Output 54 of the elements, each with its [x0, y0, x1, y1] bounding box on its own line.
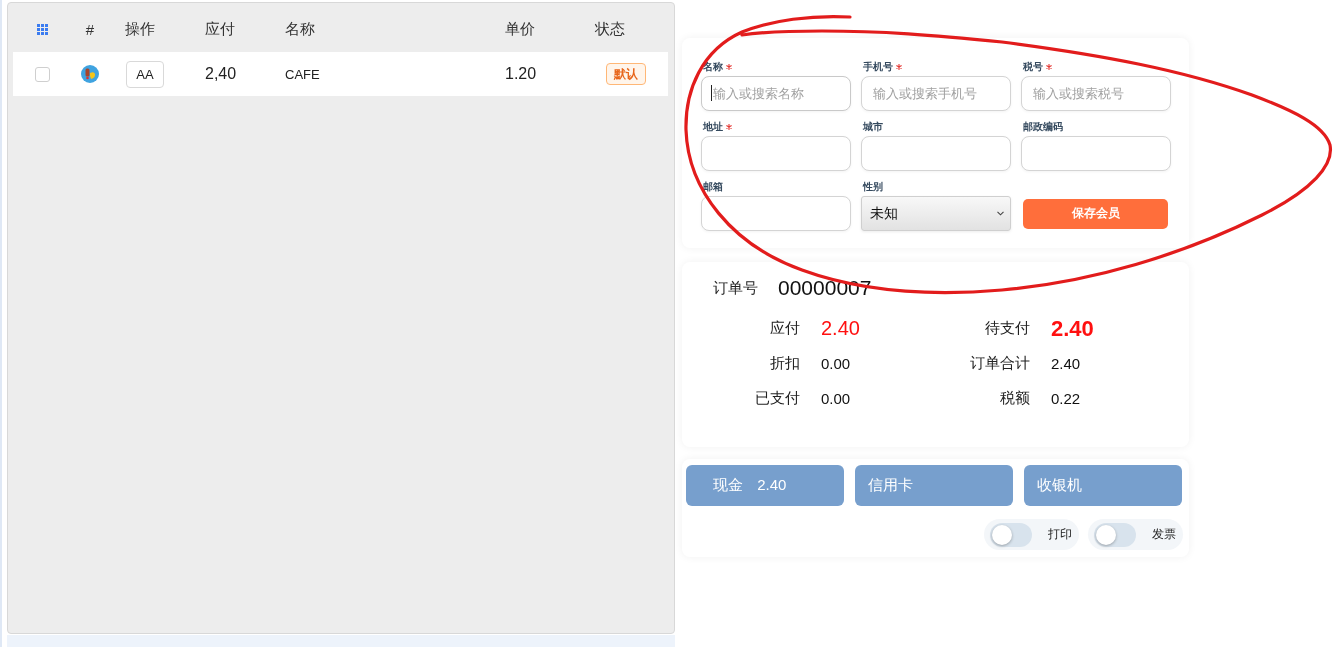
input-field[interactable] — [701, 196, 851, 231]
input-field[interactable] — [1021, 136, 1171, 171]
column-header: 状态 — [595, 20, 625, 39]
grid-icon[interactable] — [36, 24, 48, 35]
field-label: 名称 — [703, 60, 723, 74]
column-header: 名称 — [285, 20, 315, 39]
field-label: 邮箱 — [703, 180, 723, 194]
payment-method-button[interactable]: 收银机 — [1024, 465, 1182, 506]
chevron-down-icon — [997, 211, 1004, 216]
order-number-label: 订单号 — [713, 278, 758, 298]
summary-label: 税额 — [999, 389, 1030, 408]
summary-label: 订单合计 — [969, 354, 1030, 373]
toggle-label: 打印 — [1048, 526, 1072, 543]
table-row[interactable]: AA 2,40 CAFE 1.20 默认 — [13, 52, 668, 96]
summary-label: 已支付 — [754, 389, 800, 408]
toggle-switch[interactable] — [1094, 522, 1136, 547]
summary-label: 待支付 — [984, 319, 1030, 338]
toggle-label: 发票 — [1152, 526, 1176, 543]
status-badge: 默认 — [606, 63, 646, 85]
input-field[interactable] — [861, 136, 1011, 171]
summary-value: 2.40 — [1050, 315, 1095, 342]
order-number: 00000007 — [778, 276, 872, 300]
product-icon — [81, 65, 99, 83]
column-header: # — [85, 21, 95, 38]
table-cell: 2,40 — [205, 65, 237, 83]
summary-value: 2.40 — [820, 317, 861, 340]
summary-label: 应付 — [769, 319, 800, 338]
row-checkbox[interactable] — [34, 66, 50, 82]
summary-label: 折扣 — [769, 354, 800, 373]
field-label: 性别 — [863, 180, 883, 194]
field-label: 邮政编码 — [1023, 120, 1063, 134]
input-field[interactable]: 输入或搜索税号 — [1021, 76, 1171, 111]
payment-method-button[interactable]: 现金 2.40 — [686, 465, 844, 506]
input-field[interactable]: 输入或搜索手机号 — [861, 76, 1011, 111]
column-header: 操作 — [125, 20, 155, 39]
field-label: 城市 — [863, 120, 883, 134]
summary-value: 2.40 — [1050, 355, 1082, 372]
input-field[interactable]: 输入或搜索名称 — [701, 76, 851, 111]
gender-select[interactable]: 未知 — [861, 196, 1011, 231]
table-cell: 1.20 — [505, 65, 537, 83]
field-label: 地址 — [703, 120, 723, 134]
column-header: 单价 — [505, 20, 535, 39]
save-member-button[interactable]: 保存会员 — [1023, 198, 1168, 229]
column-header: 应付 — [205, 20, 235, 39]
action-button[interactable]: AA — [126, 60, 164, 88]
summary-value: 0.22 — [1050, 390, 1082, 407]
summary-value: 0.00 — [820, 355, 852, 372]
input-field[interactable] — [701, 136, 851, 171]
field-label: 税号 — [1023, 60, 1043, 74]
toggle-switch[interactable] — [990, 522, 1032, 547]
summary-value: 0.00 — [820, 390, 852, 407]
field-label: 手机号 — [863, 60, 893, 74]
payment-method-button[interactable]: 信用卡 — [855, 465, 1013, 506]
table-cell: CAFE — [285, 66, 320, 82]
